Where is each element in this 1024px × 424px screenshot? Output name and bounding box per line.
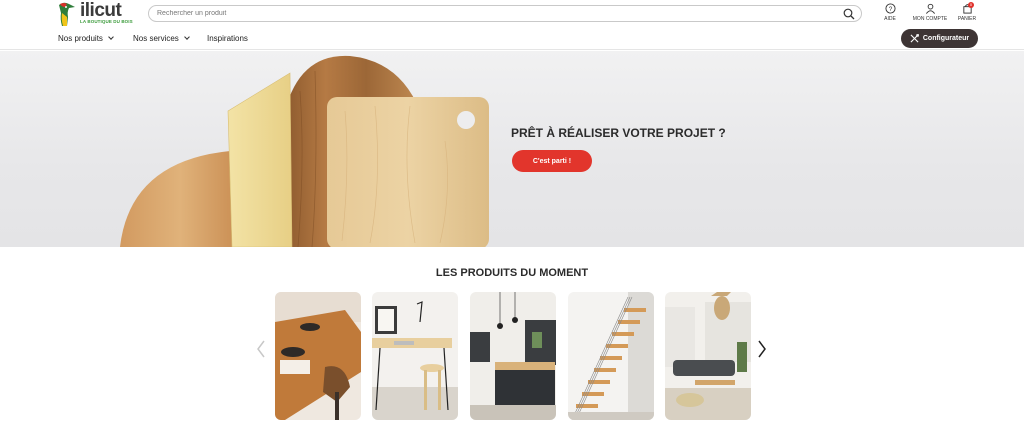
tools-icon <box>910 34 919 43</box>
cart-link[interactable]: 0 PANIER <box>947 2 987 25</box>
configurator-button[interactable]: Configurateur <box>901 29 978 48</box>
search-bar[interactable] <box>148 5 862 22</box>
product-card-staircase[interactable] <box>568 292 654 420</box>
nav-products-label: Nos produits <box>58 34 103 43</box>
nav-services[interactable]: Nos services <box>133 34 190 43</box>
header: ilicut LA BOUTIQUE DU BOIS ? AIDE MON CO… <box>0 0 1024 28</box>
hero-cta-button[interactable]: C'est parti ! <box>512 150 592 172</box>
cart-count-badge: 0 <box>968 2 974 8</box>
search-icon[interactable] <box>843 8 855 20</box>
carousel-prev-arrow-icon[interactable] <box>256 340 266 358</box>
product-card-dining-table[interactable] <box>275 292 361 420</box>
wood-panels-image <box>120 55 489 247</box>
configurator-label: Configurateur <box>922 35 970 42</box>
help-label: AIDE <box>884 16 896 22</box>
products-section-title: LES PRODUITS DU MOMENT <box>435 267 589 279</box>
nav-services-label: Nos services <box>133 34 179 43</box>
brand-tagline: LA BOUTIQUE DU BOIS <box>80 19 133 24</box>
nav-products[interactable]: Nos produits <box>58 34 114 43</box>
product-card-kitchen[interactable] <box>470 292 556 420</box>
help-link[interactable]: ? AIDE <box>870 3 910 25</box>
main-nav: Nos produits Nos services Inspirations <box>0 28 1024 50</box>
nav-inspirations[interactable]: Inspirations <box>207 34 248 43</box>
svg-text:?: ? <box>888 6 892 13</box>
help-icon: ? <box>884 3 896 14</box>
kitchen-photo <box>470 292 556 420</box>
nav-inspirations-label: Inspirations <box>207 34 248 43</box>
cart-label: PANIER <box>957 16 977 22</box>
hero-banner: PRÊT À RÉALISER VOTRE PROJET ? C'est par… <box>0 51 1024 247</box>
desk-photo <box>372 292 458 420</box>
living-room-photo <box>665 292 751 420</box>
staircase-photo <box>568 292 654 420</box>
dining-table-photo <box>275 292 361 420</box>
account-label: MON COMPTE <box>912 16 948 22</box>
search-input[interactable] <box>157 7 837 20</box>
logo[interactable]: ilicut LA BOUTIQUE DU BOIS <box>55 0 133 27</box>
chevron-down-icon <box>108 34 114 40</box>
product-card-desk[interactable] <box>372 292 458 420</box>
product-card-living-room[interactable] <box>665 292 751 420</box>
woodpecker-logo-icon <box>59 2 75 27</box>
user-icon <box>925 3 935 14</box>
hero-title: PRÊT À RÉALISER VOTRE PROJET ? <box>511 126 726 140</box>
account-link[interactable]: MON COMPTE <box>910 3 950 25</box>
carousel-next-arrow-icon[interactable] <box>757 340 767 358</box>
chevron-down-icon <box>183 34 190 40</box>
